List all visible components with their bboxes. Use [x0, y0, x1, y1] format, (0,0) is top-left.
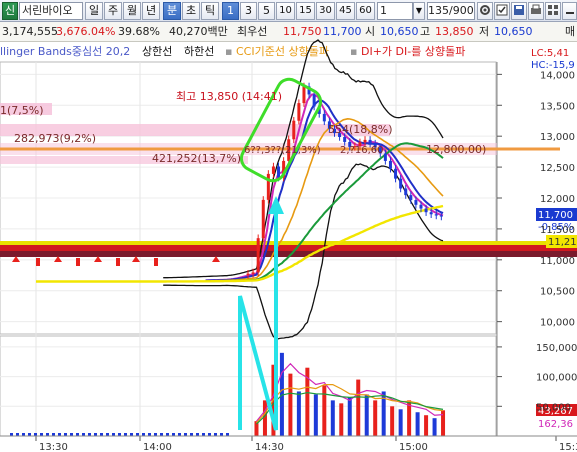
volume-bar [356, 379, 361, 436]
candle-body [409, 195, 413, 201]
candle-body [343, 137, 347, 142]
price-tick-label: 10,000 [540, 318, 575, 329]
signal-bar-icon [76, 258, 80, 266]
time-tick-label: 14:00 [143, 442, 172, 452]
volume-bar [373, 400, 378, 436]
price-chart[interactable]: 최고 13,850 (14:41) 1(7,5%) 282,973(9,2%) … [0, 0, 577, 452]
volume-tick-label: 150,000 [536, 343, 577, 354]
level-annotation-3: 421,252(13,7%) [152, 152, 241, 165]
candle-body [292, 120, 296, 140]
time-tick-label: 14:30 [255, 442, 284, 452]
candle-body [312, 94, 316, 107]
level-annotation-6: 12,800,00) [426, 143, 486, 156]
volume-bar [262, 400, 267, 436]
volume-bar [330, 400, 335, 436]
price-tick-label: 14,000 [540, 70, 575, 81]
volume-bar [339, 403, 344, 436]
candle-body [394, 168, 398, 179]
candle-body [363, 139, 367, 143]
candle-body [414, 200, 418, 205]
volume-tick-label: 100,000 [536, 373, 577, 384]
lower-price-label: 11,21 [548, 237, 577, 248]
candle-body [404, 188, 408, 196]
volume-bar [432, 418, 437, 436]
candle-body [277, 166, 281, 178]
price-tick-label: 13,500 [540, 101, 575, 112]
volume-bar [347, 397, 352, 436]
level-annotation-5: 554(18,8%) [328, 123, 393, 136]
time-tick-label: 15:30 [559, 442, 577, 452]
candle-body [383, 153, 387, 161]
candle-body [297, 103, 301, 121]
time-tick-label: 13:30 [39, 442, 68, 452]
candle-body [439, 215, 443, 217]
signal-bar-icon [116, 258, 120, 266]
price-tick-label: 12,000 [540, 194, 575, 205]
candle-body [399, 178, 403, 189]
candle-body [256, 238, 260, 273]
volume-bar [398, 409, 403, 436]
candle-body [419, 204, 423, 209]
level-annotation-1: 1(7,5%) [0, 104, 44, 117]
price-tick-label: 12,500 [540, 163, 575, 174]
candle-body [251, 272, 255, 274]
high-annotation: 최고 13,850 (14:41) [176, 90, 282, 103]
volume-bar [288, 373, 293, 436]
candle-body [368, 139, 372, 144]
volume-tick-label: 50,000 [536, 402, 571, 413]
volume-bar [313, 394, 318, 436]
candle-body [424, 208, 428, 213]
level-annotation-7: 2,?16,60 [340, 145, 383, 156]
time-tick-label: 15:00 [399, 442, 428, 452]
volume-bar [364, 394, 369, 436]
candle-body [434, 214, 438, 216]
candle-body [388, 160, 392, 169]
volume-bar [296, 391, 301, 436]
chart-window: 신 서린바이오 일 주 월 년 분 초 틱 1 3 5 10 15 30 45 … [0, 0, 577, 452]
level-annotation-4: 6??,3??(21,3%) [244, 145, 321, 156]
volume-bar [322, 385, 327, 436]
price-tick-label: 11,500 [540, 225, 575, 236]
price-tick-label: 10,500 [540, 287, 575, 298]
candle-body [429, 212, 433, 215]
lc-label: LC:5,41 [531, 48, 569, 59]
price-tick-label: 13,000 [540, 132, 575, 143]
volume-bar [424, 415, 429, 436]
signal-bar-icon [36, 258, 40, 266]
volume-bar [415, 412, 420, 436]
candle-body [302, 86, 306, 104]
signal-bar-icon [154, 258, 158, 266]
candle-body [261, 199, 265, 239]
volume-ma-label: 162,36 [538, 419, 573, 430]
support-yellow-line [0, 241, 577, 245]
volume-pane [0, 335, 497, 437]
support-red-band [0, 245, 577, 251]
level-annotation-2: 282,973(9,2%) [14, 132, 96, 145]
time-axis-ticks: 13:30 14:00 14:30 15:00 15:30 [0, 435, 577, 452]
candle-body [322, 113, 326, 122]
current-price-label: 11,700 [538, 210, 573, 221]
volume-bar [390, 406, 395, 436]
candle-body [246, 273, 250, 275]
hc-label: HC:-15,9 [531, 60, 575, 71]
candle-body [271, 166, 275, 174]
price-tick-label: 11,000 [540, 256, 575, 267]
